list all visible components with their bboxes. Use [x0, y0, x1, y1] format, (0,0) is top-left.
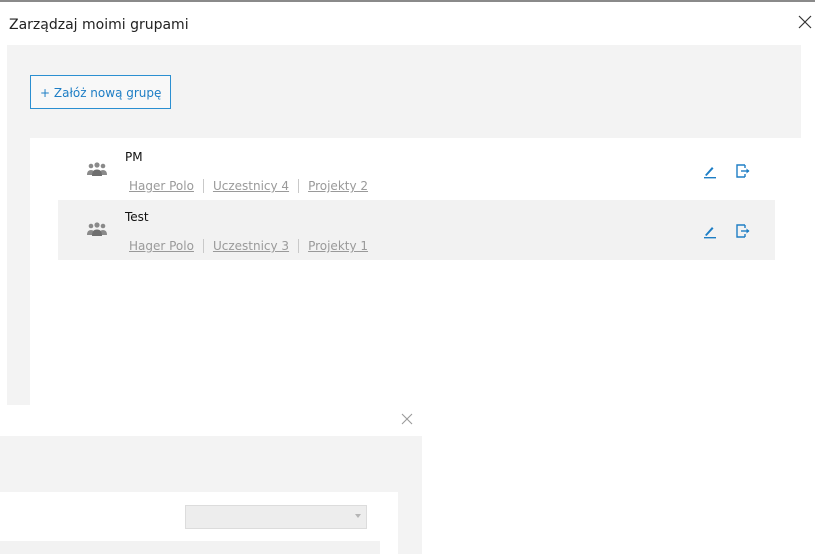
group-name: Test: [125, 210, 149, 224]
pencil-icon[interactable]: [702, 163, 718, 179]
group-projects-link[interactable]: Projekty 2: [308, 179, 368, 193]
pencil-icon[interactable]: [702, 223, 718, 239]
group-name: PM: [125, 150, 143, 164]
group-meta-links: Hager Polo Uczestnicy 3 Projekty 1: [129, 239, 368, 253]
secondary-dialog-row: [0, 541, 380, 554]
leave-group-icon[interactable]: [734, 222, 752, 240]
separator: [298, 239, 300, 253]
separator: [202, 179, 204, 193]
separator: [298, 179, 300, 193]
group-row-test: Test Hager Polo Uczestnicy 3 Projekty 1: [58, 200, 775, 260]
group-participants-link[interactable]: Uczestnicy 3: [213, 239, 289, 253]
group-meta-links: Hager Polo Uczestnicy 4 Projekty 2: [129, 179, 368, 193]
leave-group-icon[interactable]: [734, 162, 752, 180]
group-row-pm: PM Hager Polo Uczestnicy 4 Projekty 2: [58, 140, 775, 200]
group-icon: [86, 222, 108, 238]
new-group-button[interactable]: + Załóż nową grupę: [30, 75, 172, 109]
group-company-link[interactable]: Hager Polo: [129, 179, 194, 193]
group-projects-link[interactable]: Projekty 1: [308, 239, 368, 253]
dialog-title: Zarządzaj moimi grupami: [9, 17, 189, 33]
close-icon[interactable]: [399, 411, 415, 427]
group-participants-link[interactable]: Uczestnicy 4: [213, 179, 289, 193]
close-icon[interactable]: [796, 13, 814, 31]
group-icon: [86, 162, 108, 178]
window-top-border: [0, 0, 815, 2]
secondary-dialog-select[interactable]: [185, 505, 367, 529]
separator: [202, 239, 204, 253]
group-company-link[interactable]: Hager Polo: [129, 239, 194, 253]
